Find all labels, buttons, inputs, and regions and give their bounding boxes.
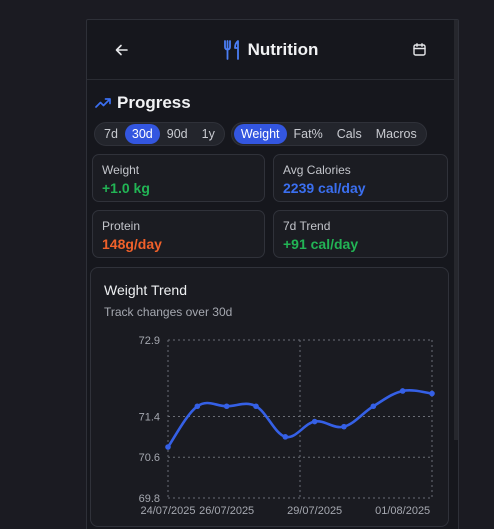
progress-title: Progress — [117, 93, 191, 112]
data-point — [282, 434, 289, 440]
nutrition-panel: Nutrition Progress 7d 30d 90d 1y Weight … — [86, 19, 459, 529]
range-1y[interactable]: 1y — [195, 124, 222, 144]
stat-card-trend: 7d Trend +91 cal/day — [273, 210, 448, 258]
y-tick-label: 71.4 — [139, 411, 160, 423]
x-tick-label: 29/07/2025 — [287, 505, 342, 517]
filter-row: 7d 30d 90d 1y Weight Fat% Cals Macros — [87, 113, 458, 146]
stat-value: +91 cal/day — [283, 236, 359, 252]
range-7d[interactable]: 7d — [97, 124, 125, 144]
stat-label: Protein — [102, 219, 141, 233]
data-point — [194, 403, 201, 410]
weight-trend-chart: 69.8 70.6 71.4 72.9 24/07/2025 26/07/2025 29/0… — [139, 335, 435, 517]
stat-label: Avg Calories — [283, 163, 351, 177]
metric-macros[interactable]: Macros — [369, 124, 424, 144]
calendar-button[interactable] — [412, 42, 428, 58]
stat-label: Weight — [102, 163, 140, 177]
range-90d[interactable]: 90d — [160, 124, 195, 144]
x-tick-label: 26/07/2025 — [199, 505, 254, 517]
y-tick-label: 69.8 — [139, 493, 160, 505]
metric-weight[interactable]: Weight — [233, 124, 287, 144]
stat-value: 148g/day — [102, 236, 162, 252]
stat-value: 2239 cal/day — [283, 180, 366, 196]
stat-card-protein: Protein 148g/day — [92, 210, 265, 258]
series-line — [166, 389, 434, 449]
stats-grid: Weight +1.0 kg Avg Calories 2239 cal/day… — [87, 146, 458, 258]
data-point — [429, 390, 435, 397]
metric-cals[interactable]: Cals — [330, 124, 369, 144]
data-point — [399, 388, 406, 394]
stat-card-weight: Weight +1.0 kg — [92, 154, 265, 202]
data-point — [370, 403, 377, 410]
x-tick-label: 01/08/2025 — [375, 505, 430, 517]
stat-value: +1.0 kg — [102, 180, 150, 196]
range-selector: 7d 30d 90d 1y — [94, 122, 225, 146]
header-title: Nutrition — [223, 39, 319, 60]
progress-header: Progress — [87, 80, 458, 113]
page-title: Nutrition — [247, 39, 319, 59]
utensils-icon — [223, 39, 239, 60]
arrow-left-icon — [115, 44, 128, 55]
trending-up-icon — [95, 98, 111, 108]
metric-selector: Weight Fat% Cals Macros — [230, 122, 427, 146]
back-button[interactable] — [113, 42, 129, 58]
data-point — [223, 403, 230, 410]
metric-fat[interactable]: Fat% — [287, 124, 330, 144]
scrollbar[interactable] — [454, 20, 458, 440]
weight-trend-card: Weight Trend Track changes over 30d 69.8… — [90, 267, 449, 527]
stat-card-calories: Avg Calories 2239 cal/day — [273, 154, 448, 202]
stat-label: 7d Trend — [283, 219, 331, 233]
data-point — [253, 403, 259, 410]
header: Nutrition — [87, 20, 458, 80]
x-tick-label: 24/07/2025 — [140, 505, 195, 517]
y-tick-label: 70.6 — [139, 452, 160, 464]
data-point — [341, 423, 347, 430]
y-tick-label: 72.9 — [139, 335, 160, 347]
calendar-icon — [413, 43, 427, 56]
range-30d[interactable]: 30d — [124, 124, 160, 144]
data-point — [311, 418, 318, 425]
data-point — [165, 444, 171, 450]
